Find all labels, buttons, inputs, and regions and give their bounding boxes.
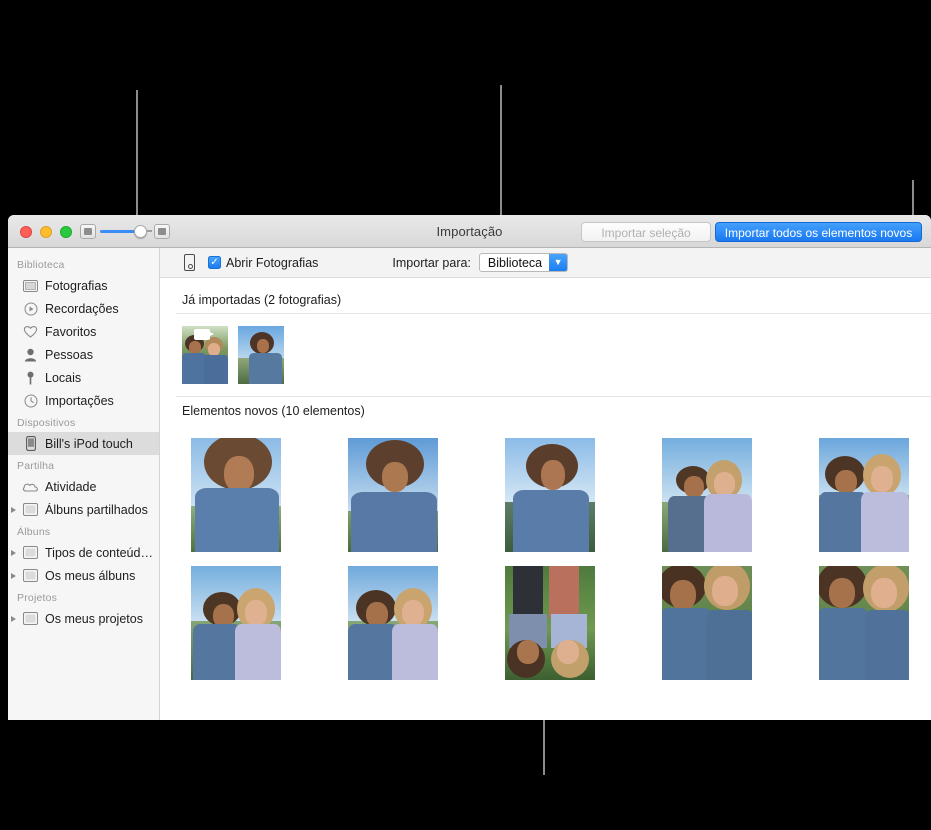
new-item-thumbnail[interactable] (819, 566, 909, 680)
section-heading-already-imported: Já importadas (2 fotografias) (182, 293, 342, 307)
sidebar-item-label: Álbuns partilhados (45, 502, 148, 517)
cloud-icon (22, 479, 39, 494)
sidebar-item-pessoas[interactable]: Pessoas (8, 343, 159, 366)
new-item-thumbnail[interactable] (662, 438, 752, 552)
imported-thumbnail[interactable] (238, 326, 284, 384)
album-icon (22, 568, 39, 583)
sidebar-item-fotografias[interactable]: Fotografias (8, 274, 159, 297)
chevron-right-icon[interactable] (11, 549, 16, 556)
import-options-bar: ✓ Abrir Fotografias Importar para: Bibli… (160, 248, 931, 278)
iphone-icon (184, 254, 195, 271)
section-divider (176, 396, 931, 397)
sidebar-item-locais[interactable]: Locais (8, 366, 159, 389)
photos-import-window: Importação Importar seleção Importar tod… (8, 215, 931, 720)
sidebar-item-label: Pessoas (45, 347, 93, 362)
sidebar-group-biblioteca: Biblioteca (17, 259, 65, 271)
person-icon (22, 347, 39, 362)
sidebar-item-favoritos[interactable]: Favoritos (8, 320, 159, 343)
new-item-thumbnail[interactable] (191, 566, 281, 680)
sidebar-item-bills-ipod-touch[interactable]: Bill's iPod touch (8, 432, 159, 455)
section-heading-new-items: Elementos novos (10 elementos) (182, 404, 365, 418)
sidebar-group-partilha: Partilha (17, 460, 55, 472)
window-titlebar: Importação Importar seleção Importar tod… (8, 215, 931, 248)
sidebar-item-label: Bill's iPod touch (45, 436, 133, 451)
heart-icon (22, 324, 39, 339)
new-item-thumbnail[interactable] (505, 566, 595, 680)
sidebar-item-albuns-partilhados[interactable]: Álbuns partilhados (8, 498, 159, 521)
open-photos-label: Abrir Fotografias (226, 255, 319, 270)
sidebar-item-label: Tipos de conteúdo ... (45, 545, 159, 560)
sidebar-item-tipos-de-conteudo[interactable]: Tipos de conteúdo ... (8, 541, 159, 564)
import-content-pane: ✓ Abrir Fotografias Importar para: Bibli… (160, 248, 931, 720)
sidebar-item-label: Os meus álbuns (45, 568, 136, 583)
new-item-thumbnail[interactable] (819, 438, 909, 552)
open-photos-checkbox[interactable]: ✓ (208, 256, 221, 269)
sidebar-item-label: Recordações (45, 301, 119, 316)
sidebar-item-recordacoes[interactable]: Recordações (8, 297, 159, 320)
sidebar-item-atividade[interactable]: Atividade (8, 475, 159, 498)
chevron-right-icon[interactable] (11, 615, 16, 622)
album-icon (22, 502, 39, 517)
album-icon (22, 611, 39, 626)
sidebar-item-label: Favoritos (45, 324, 97, 339)
callout-line-grid-stem (543, 713, 545, 775)
chevron-down-icon[interactable]: ▼ (549, 254, 568, 271)
new-item-thumbnail[interactable] (348, 438, 438, 552)
album-icon (22, 545, 39, 560)
destination-label: Importar para: (392, 255, 471, 270)
section-divider (176, 313, 931, 314)
sidebar-item-os-meus-projetos[interactable]: Os meus projetos (8, 607, 159, 630)
new-item-thumbnail[interactable] (191, 438, 281, 552)
imported-thumbnail[interactable] (182, 326, 228, 384)
sidebar-item-os-meus-albuns[interactable]: Os meus álbuns (8, 564, 159, 587)
screenshot-root: Importação Importar seleção Importar tod… (0, 0, 931, 830)
ipod-icon (22, 436, 39, 451)
new-item-thumbnail[interactable] (505, 438, 595, 552)
sidebar-item-label: Os meus projetos (45, 611, 143, 626)
sidebar-item-label: Importações (45, 393, 114, 408)
sidebar-group-albuns: Álbuns (17, 526, 51, 538)
chevron-right-icon[interactable] (11, 506, 16, 513)
photos-icon (22, 278, 39, 293)
sidebar: Biblioteca Fotografias Recordações Favor… (8, 248, 160, 720)
clock-icon (22, 393, 39, 408)
sidebar-item-label: Fotografias (45, 278, 108, 293)
sidebar-item-importacoes[interactable]: Importações (8, 389, 159, 412)
memories-icon (22, 301, 39, 316)
sidebar-item-label: Locais (45, 370, 82, 385)
sidebar-group-dispositivos: Dispositivos (17, 417, 76, 429)
destination-value: Biblioteca (487, 255, 543, 270)
import-all-new-items-button[interactable]: Importar todos os elementos novos (715, 222, 922, 242)
sidebar-group-projetos: Projetos (17, 592, 58, 604)
video-badge-icon (194, 329, 214, 340)
pin-icon (22, 370, 39, 385)
new-item-thumbnail[interactable] (662, 566, 752, 680)
destination-popup-button[interactable]: Biblioteca ▼ (478, 253, 569, 272)
sidebar-item-label: Atividade (45, 479, 97, 494)
new-item-thumbnail[interactable] (348, 566, 438, 680)
import-selection-button[interactable]: Importar seleção (581, 222, 711, 242)
chevron-right-icon[interactable] (11, 572, 16, 579)
